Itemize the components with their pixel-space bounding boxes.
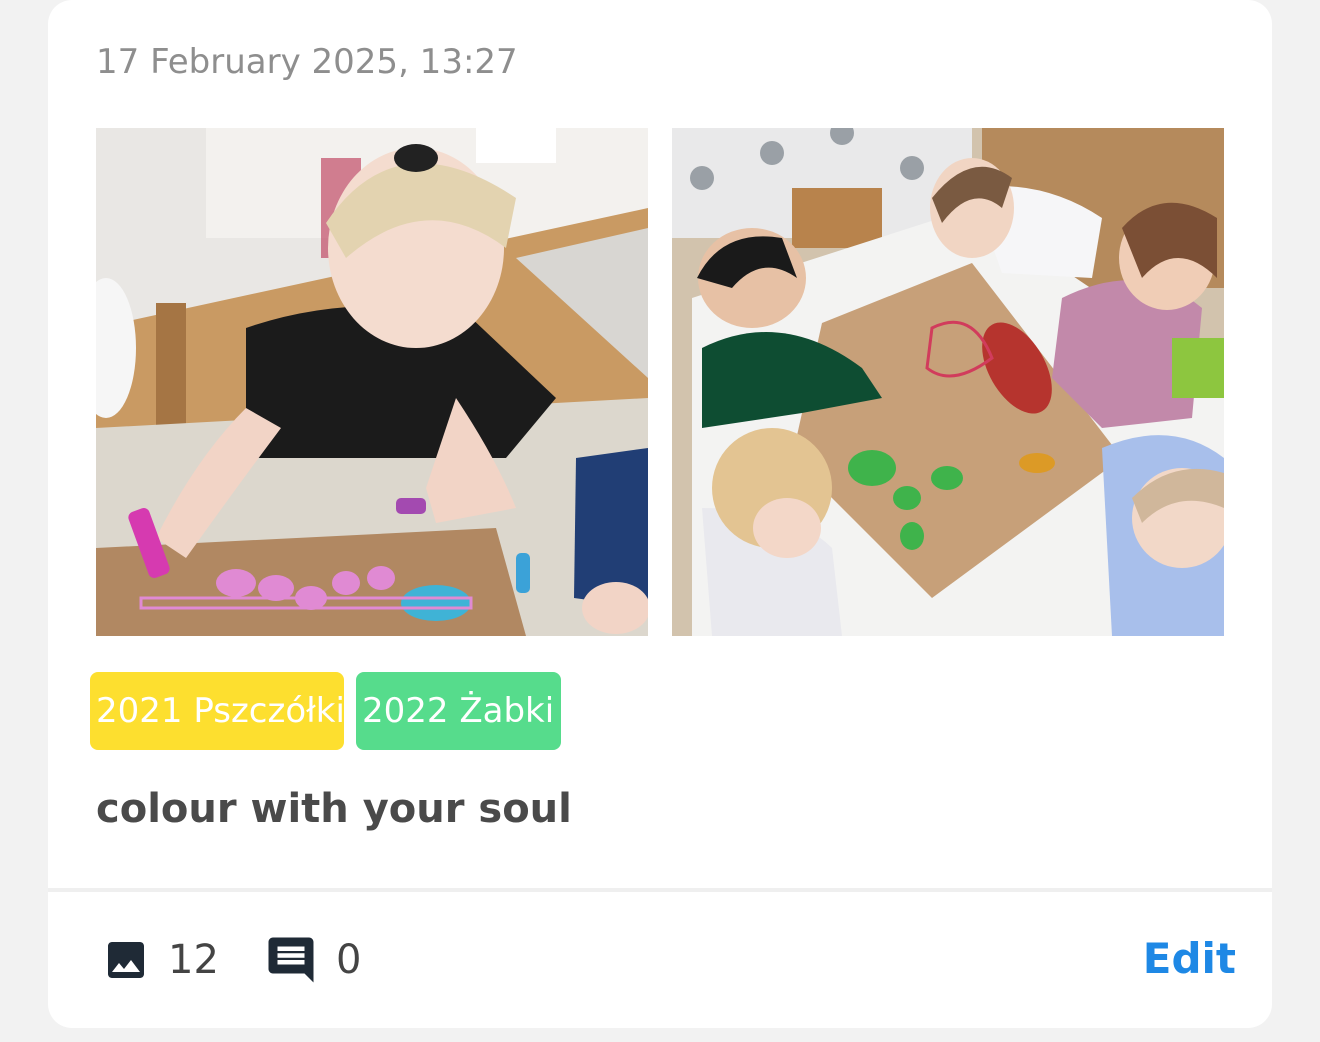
comment-count-item[interactable]: 0 bbox=[264, 932, 361, 988]
comment-icon bbox=[264, 933, 318, 987]
photo-count-item[interactable]: 12 bbox=[102, 932, 219, 988]
photo-count: 12 bbox=[168, 937, 219, 983]
post-card: 17 February 2025, 13:27 2021 Pszczółki 2… bbox=[48, 0, 1272, 1028]
image-icon bbox=[102, 936, 150, 984]
tag-zabki[interactable]: 2022 Żabki bbox=[356, 672, 561, 750]
footer-divider bbox=[48, 888, 1272, 892]
post-caption: colour with your soul bbox=[96, 786, 572, 832]
edit-button[interactable]: Edit bbox=[1143, 934, 1236, 983]
girl-coloring-photo[interactable] bbox=[96, 128, 648, 636]
post-date: 17 February 2025, 13:27 bbox=[96, 42, 518, 82]
tag-pszczolki[interactable]: 2021 Pszczółki bbox=[90, 672, 345, 750]
comment-count: 0 bbox=[336, 937, 362, 983]
children-painting-photo[interactable] bbox=[672, 128, 1224, 636]
